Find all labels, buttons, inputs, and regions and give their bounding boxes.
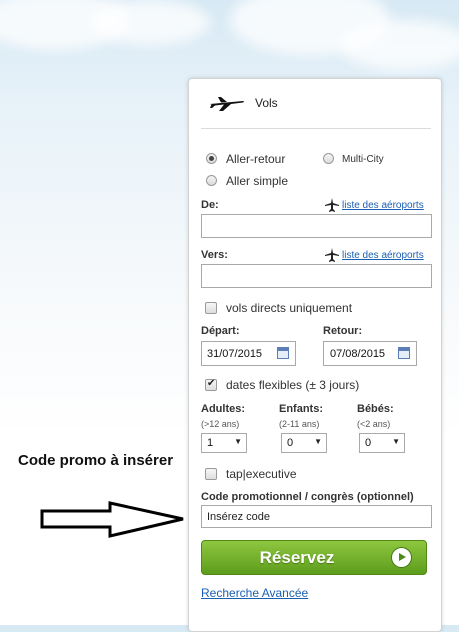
return-date-input[interactable]: 07/08/2015 bbox=[323, 341, 417, 366]
dropdown-arrow-icon: ▼ bbox=[392, 437, 400, 446]
promo-code-input[interactable]: Insérez code bbox=[201, 505, 432, 528]
radio-one-way[interactable] bbox=[206, 175, 217, 186]
reserve-button[interactable]: Réservez bbox=[201, 540, 427, 575]
dropdown-arrow-icon: ▼ bbox=[314, 437, 322, 446]
calendar-icon[interactable] bbox=[277, 347, 289, 359]
one-way-label: Aller simple bbox=[226, 174, 289, 188]
infants-select[interactable]: 0 ▼ bbox=[359, 433, 405, 453]
airplane-icon bbox=[210, 97, 244, 111]
adults-value: 1 bbox=[207, 437, 214, 449]
cloud bbox=[340, 20, 459, 70]
airplane-icon bbox=[325, 198, 339, 212]
round-trip-label: Aller-retour bbox=[226, 152, 286, 166]
to-label: Vers: bbox=[201, 249, 228, 261]
cloud bbox=[90, 0, 210, 45]
children-value: 0 bbox=[287, 437, 294, 449]
adults-select[interactable]: 1 ▼ bbox=[201, 433, 247, 453]
infants-value: 0 bbox=[365, 437, 372, 449]
annotation-text: Code promo à insérer bbox=[18, 452, 174, 469]
departure-date-input[interactable]: 31/07/2015 bbox=[201, 341, 296, 366]
return-label: Retour: bbox=[323, 325, 363, 337]
radio-round-trip[interactable] bbox=[206, 153, 217, 164]
children-select[interactable]: 0 ▼ bbox=[281, 433, 327, 453]
flexible-dates-label: dates flexibles (± 3 jours) bbox=[226, 378, 360, 392]
play-arrow-icon bbox=[391, 547, 412, 568]
airport-list-link-from[interactable]: liste des aéroports bbox=[342, 200, 424, 211]
children-label: Enfants: bbox=[279, 403, 323, 415]
tap-executive-checkbox[interactable] bbox=[205, 468, 217, 480]
panel-title: Vols bbox=[255, 96, 278, 110]
airport-list-link-to[interactable]: liste des aéroports bbox=[342, 250, 424, 261]
direct-only-checkbox[interactable] bbox=[205, 302, 217, 314]
airplane-icon bbox=[325, 248, 339, 262]
advanced-search-link[interactable]: Recherche Avancée bbox=[201, 586, 308, 600]
flexible-dates-checkbox[interactable] bbox=[205, 378, 217, 391]
radio-multi-city[interactable] bbox=[323, 153, 334, 164]
arrow-outline-icon bbox=[40, 501, 184, 538]
flight-search-panel: Vols Aller-retour Multi-City Aller simpl… bbox=[188, 78, 442, 632]
from-label: De: bbox=[201, 199, 219, 211]
dropdown-arrow-icon: ▼ bbox=[234, 437, 242, 446]
promo-code-value: Insérez code bbox=[207, 511, 270, 523]
departure-label: Départ: bbox=[201, 325, 240, 337]
calendar-icon[interactable] bbox=[398, 347, 410, 359]
header-divider bbox=[201, 128, 431, 129]
children-age-hint: (2-11 ans) bbox=[279, 419, 320, 429]
infants-age-hint: (<2 ans) bbox=[357, 419, 391, 429]
departure-date-value: 31/07/2015 bbox=[207, 348, 263, 360]
adults-label: Adultes: bbox=[201, 403, 245, 415]
to-input[interactable] bbox=[201, 264, 432, 288]
multi-city-label: Multi-City bbox=[342, 154, 384, 165]
return-date-value: 07/08/2015 bbox=[330, 348, 386, 360]
from-input[interactable] bbox=[201, 214, 432, 238]
reserve-button-label: Réservez bbox=[259, 548, 335, 567]
adults-age-hint: (>12 ans) bbox=[201, 419, 240, 429]
infants-label: Bébés: bbox=[357, 403, 394, 415]
promo-label: Code promotionnel / congrès (optionnel) bbox=[201, 491, 414, 503]
tap-executive-label: tap|executive bbox=[226, 467, 297, 481]
direct-only-label: vols directs uniquement bbox=[226, 301, 353, 315]
